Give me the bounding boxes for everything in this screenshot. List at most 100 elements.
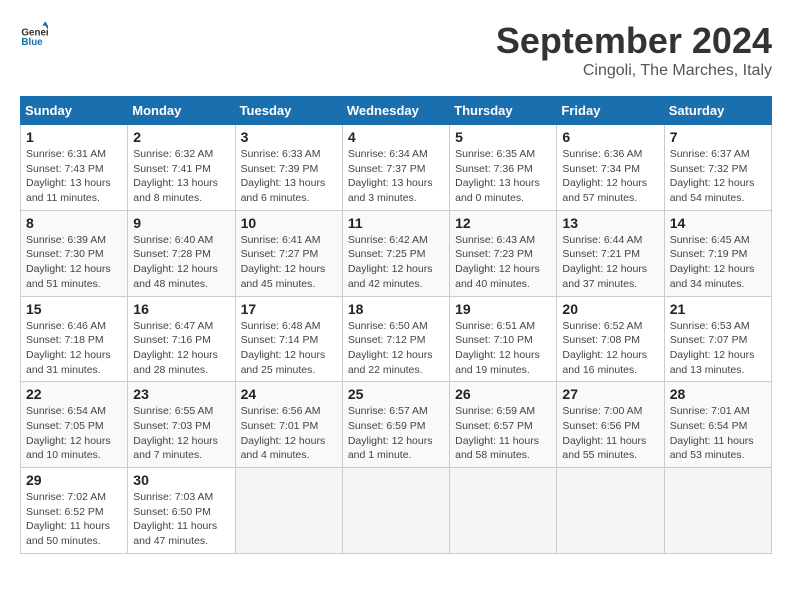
day-detail: Sunrise: 7:02 AMSunset: 6:52 PMDaylight:… (26, 491, 110, 547)
calendar-week-3: 15 Sunrise: 6:46 AMSunset: 7:18 PMDayligh… (21, 296, 772, 382)
header-thursday: Thursday (450, 97, 557, 125)
calendar-cell: 25Sunrise: 6:57 AMSunset: 6:59 PMDayligh… (342, 382, 449, 468)
day-detail: Sunrise: 6:37 AMSunset: 7:32 PMDaylight:… (670, 148, 755, 204)
calendar-cell: 23 Sunrise: 6:55 AMSunset: 7:03 PMDayligh… (128, 382, 235, 468)
header-monday: Monday (128, 97, 235, 125)
calendar-cell: 7 Sunrise: 6:37 AMSunset: 7:32 PMDaylight… (664, 125, 771, 211)
day-number: 1 (26, 129, 122, 145)
day-number: 16 (133, 301, 229, 317)
calendar-cell: 24Sunrise: 6:56 AMSunset: 7:01 PMDayligh… (235, 382, 342, 468)
calendar-cell (235, 468, 342, 554)
day-number: 28 (670, 386, 766, 402)
day-detail: Sunrise: 6:41 AMSunset: 7:27 PMDaylight:… (241, 234, 326, 290)
calendar-cell: 20 Sunrise: 6:52 AMSunset: 7:08 PMDayligh… (557, 296, 664, 382)
calendar-cell: 4 Sunrise: 6:34 AMSunset: 7:37 PMDaylight… (342, 125, 449, 211)
title-area: September 2024 Cingoli, The Marches, Ita… (496, 20, 772, 80)
day-number: 26 (455, 386, 551, 402)
calendar-cell (664, 468, 771, 554)
day-detail: Sunrise: 6:31 AMSunset: 7:43 PMDaylight:… (26, 148, 111, 204)
day-number: 29 (26, 472, 122, 488)
day-detail: Sunrise: 6:46 AMSunset: 7:18 PMDaylight:… (26, 320, 111, 376)
day-number: 22 (26, 386, 122, 402)
day-detail: Sunrise: 6:39 AMSunset: 7:30 PMDaylight:… (26, 234, 111, 290)
day-detail: Sunrise: 6:36 AMSunset: 7:34 PMDaylight:… (562, 148, 647, 204)
day-detail: Sunrise: 6:55 AMSunset: 7:03 PMDaylight:… (133, 405, 218, 461)
calendar-cell: 22 Sunrise: 6:54 AMSunset: 7:05 PMDayligh… (21, 382, 128, 468)
calendar-cell: 13 Sunrise: 6:44 AMSunset: 7:21 PMDayligh… (557, 210, 664, 296)
header-friday: Friday (557, 97, 664, 125)
day-detail: Sunrise: 7:03 AMSunset: 6:50 PMDaylight:… (133, 491, 217, 547)
day-number: 13 (562, 215, 658, 231)
calendar-cell: 26 Sunrise: 6:59 AMSunset: 6:57 PMDayligh… (450, 382, 557, 468)
header-sunday: Sunday (21, 97, 128, 125)
day-number: 18 (348, 301, 444, 317)
svg-text:Blue: Blue (21, 37, 43, 48)
day-detail: Sunrise: 6:48 AMSunset: 7:14 PMDaylight:… (241, 320, 326, 376)
calendar-cell: 11Sunrise: 6:42 AMSunset: 7:25 PMDayligh… (342, 210, 449, 296)
calendar-cell: 29 Sunrise: 7:02 AMSunset: 6:52 PMDayligh… (21, 468, 128, 554)
calendar-cell: 27 Sunrise: 7:00 AMSunset: 6:56 PMDayligh… (557, 382, 664, 468)
day-number: 6 (562, 129, 658, 145)
day-detail: Sunrise: 6:52 AMSunset: 7:08 PMDaylight:… (562, 320, 647, 376)
day-number: 15 (26, 301, 122, 317)
calendar-cell (342, 468, 449, 554)
day-number: 3 (241, 129, 337, 145)
calendar-cell: 15 Sunrise: 6:46 AMSunset: 7:18 PMDayligh… (21, 296, 128, 382)
day-number: 10 (241, 215, 337, 231)
header-tuesday: Tuesday (235, 97, 342, 125)
day-detail: Sunrise: 6:47 AMSunset: 7:16 PMDaylight:… (133, 320, 218, 376)
day-number: 19 (455, 301, 551, 317)
calendar-cell: 18 Sunrise: 6:50 AMSunset: 7:12 PMDayligh… (342, 296, 449, 382)
day-number: 9 (133, 215, 229, 231)
day-detail: Sunrise: 6:50 AMSunset: 7:12 PMDaylight:… (348, 320, 433, 376)
calendar-cell: 5 Sunrise: 6:35 AMSunset: 7:36 PMDaylight… (450, 125, 557, 211)
calendar-cell: 6 Sunrise: 6:36 AMSunset: 7:34 PMDaylight… (557, 125, 664, 211)
calendar-cell: 17 Sunrise: 6:48 AMSunset: 7:14 PMDayligh… (235, 296, 342, 382)
day-number: 11 (348, 215, 444, 231)
day-detail: Sunrise: 6:51 AMSunset: 7:10 PMDaylight:… (455, 320, 540, 376)
day-number: 12 (455, 215, 551, 231)
calendar-header-row: SundayMondayTuesdayWednesdayThursdayFrid… (21, 97, 772, 125)
calendar-week-4: 22 Sunrise: 6:54 AMSunset: 7:05 PMDayligh… (21, 382, 772, 468)
day-number: 17 (241, 301, 337, 317)
calendar-cell: 19 Sunrise: 6:51 AMSunset: 7:10 PMDayligh… (450, 296, 557, 382)
day-number: 27 (562, 386, 658, 402)
calendar-week-1: 1 Sunrise: 6:31 AMSunset: 7:43 PMDaylight… (21, 125, 772, 211)
day-number: 21 (670, 301, 766, 317)
day-number: 7 (670, 129, 766, 145)
day-number: 23 (133, 386, 229, 402)
day-number: 5 (455, 129, 551, 145)
location-title: Cingoli, The Marches, Italy (496, 62, 772, 80)
day-detail: Sunrise: 6:44 AMSunset: 7:21 PMDaylight:… (562, 234, 647, 290)
day-number: 8 (26, 215, 122, 231)
calendar-cell: 30Sunrise: 7:03 AMSunset: 6:50 PMDayligh… (128, 468, 235, 554)
day-number: 24 (241, 386, 337, 402)
day-detail: Sunrise: 6:34 AMSunset: 7:37 PMDaylight:… (348, 148, 433, 204)
page-header: General Blue September 2024 Cingoli, The… (20, 20, 772, 80)
day-number: 20 (562, 301, 658, 317)
day-detail: Sunrise: 7:00 AMSunset: 6:56 PMDaylight:… (562, 405, 646, 461)
day-detail: Sunrise: 6:40 AMSunset: 7:28 PMDaylight:… (133, 234, 218, 290)
calendar-cell: 21 Sunrise: 6:53 AMSunset: 7:07 PMDayligh… (664, 296, 771, 382)
calendar-cell: 8 Sunrise: 6:39 AMSunset: 7:30 PMDaylight… (21, 210, 128, 296)
day-number: 4 (348, 129, 444, 145)
day-detail: Sunrise: 6:57 AMSunset: 6:59 PMDaylight:… (348, 405, 433, 461)
logo-icon: General Blue (20, 20, 48, 48)
logo: General Blue (20, 20, 48, 48)
day-number: 14 (670, 215, 766, 231)
day-detail: Sunrise: 6:45 AMSunset: 7:19 PMDaylight:… (670, 234, 755, 290)
calendar-cell: 1 Sunrise: 6:31 AMSunset: 7:43 PMDaylight… (21, 125, 128, 211)
header-wednesday: Wednesday (342, 97, 449, 125)
calendar-cell: 2Sunrise: 6:32 AMSunset: 7:41 PMDaylight… (128, 125, 235, 211)
calendar-week-5: 29 Sunrise: 7:02 AMSunset: 6:52 PMDayligh… (21, 468, 772, 554)
day-detail: Sunrise: 6:35 AMSunset: 7:36 PMDaylight:… (455, 148, 540, 204)
calendar-cell: 16 Sunrise: 6:47 AMSunset: 7:16 PMDayligh… (128, 296, 235, 382)
calendar-cell: 10 Sunrise: 6:41 AMSunset: 7:27 PMDayligh… (235, 210, 342, 296)
calendar-cell: 9 Sunrise: 6:40 AMSunset: 7:28 PMDaylight… (128, 210, 235, 296)
day-detail: Sunrise: 6:54 AMSunset: 7:05 PMDaylight:… (26, 405, 111, 461)
calendar-cell (450, 468, 557, 554)
header-saturday: Saturday (664, 97, 771, 125)
day-detail: Sunrise: 6:59 AMSunset: 6:57 PMDaylight:… (455, 405, 539, 461)
day-detail: Sunrise: 7:01 AMSunset: 6:54 PMDaylight:… (670, 405, 754, 461)
day-detail: Sunrise: 6:53 AMSunset: 7:07 PMDaylight:… (670, 320, 755, 376)
